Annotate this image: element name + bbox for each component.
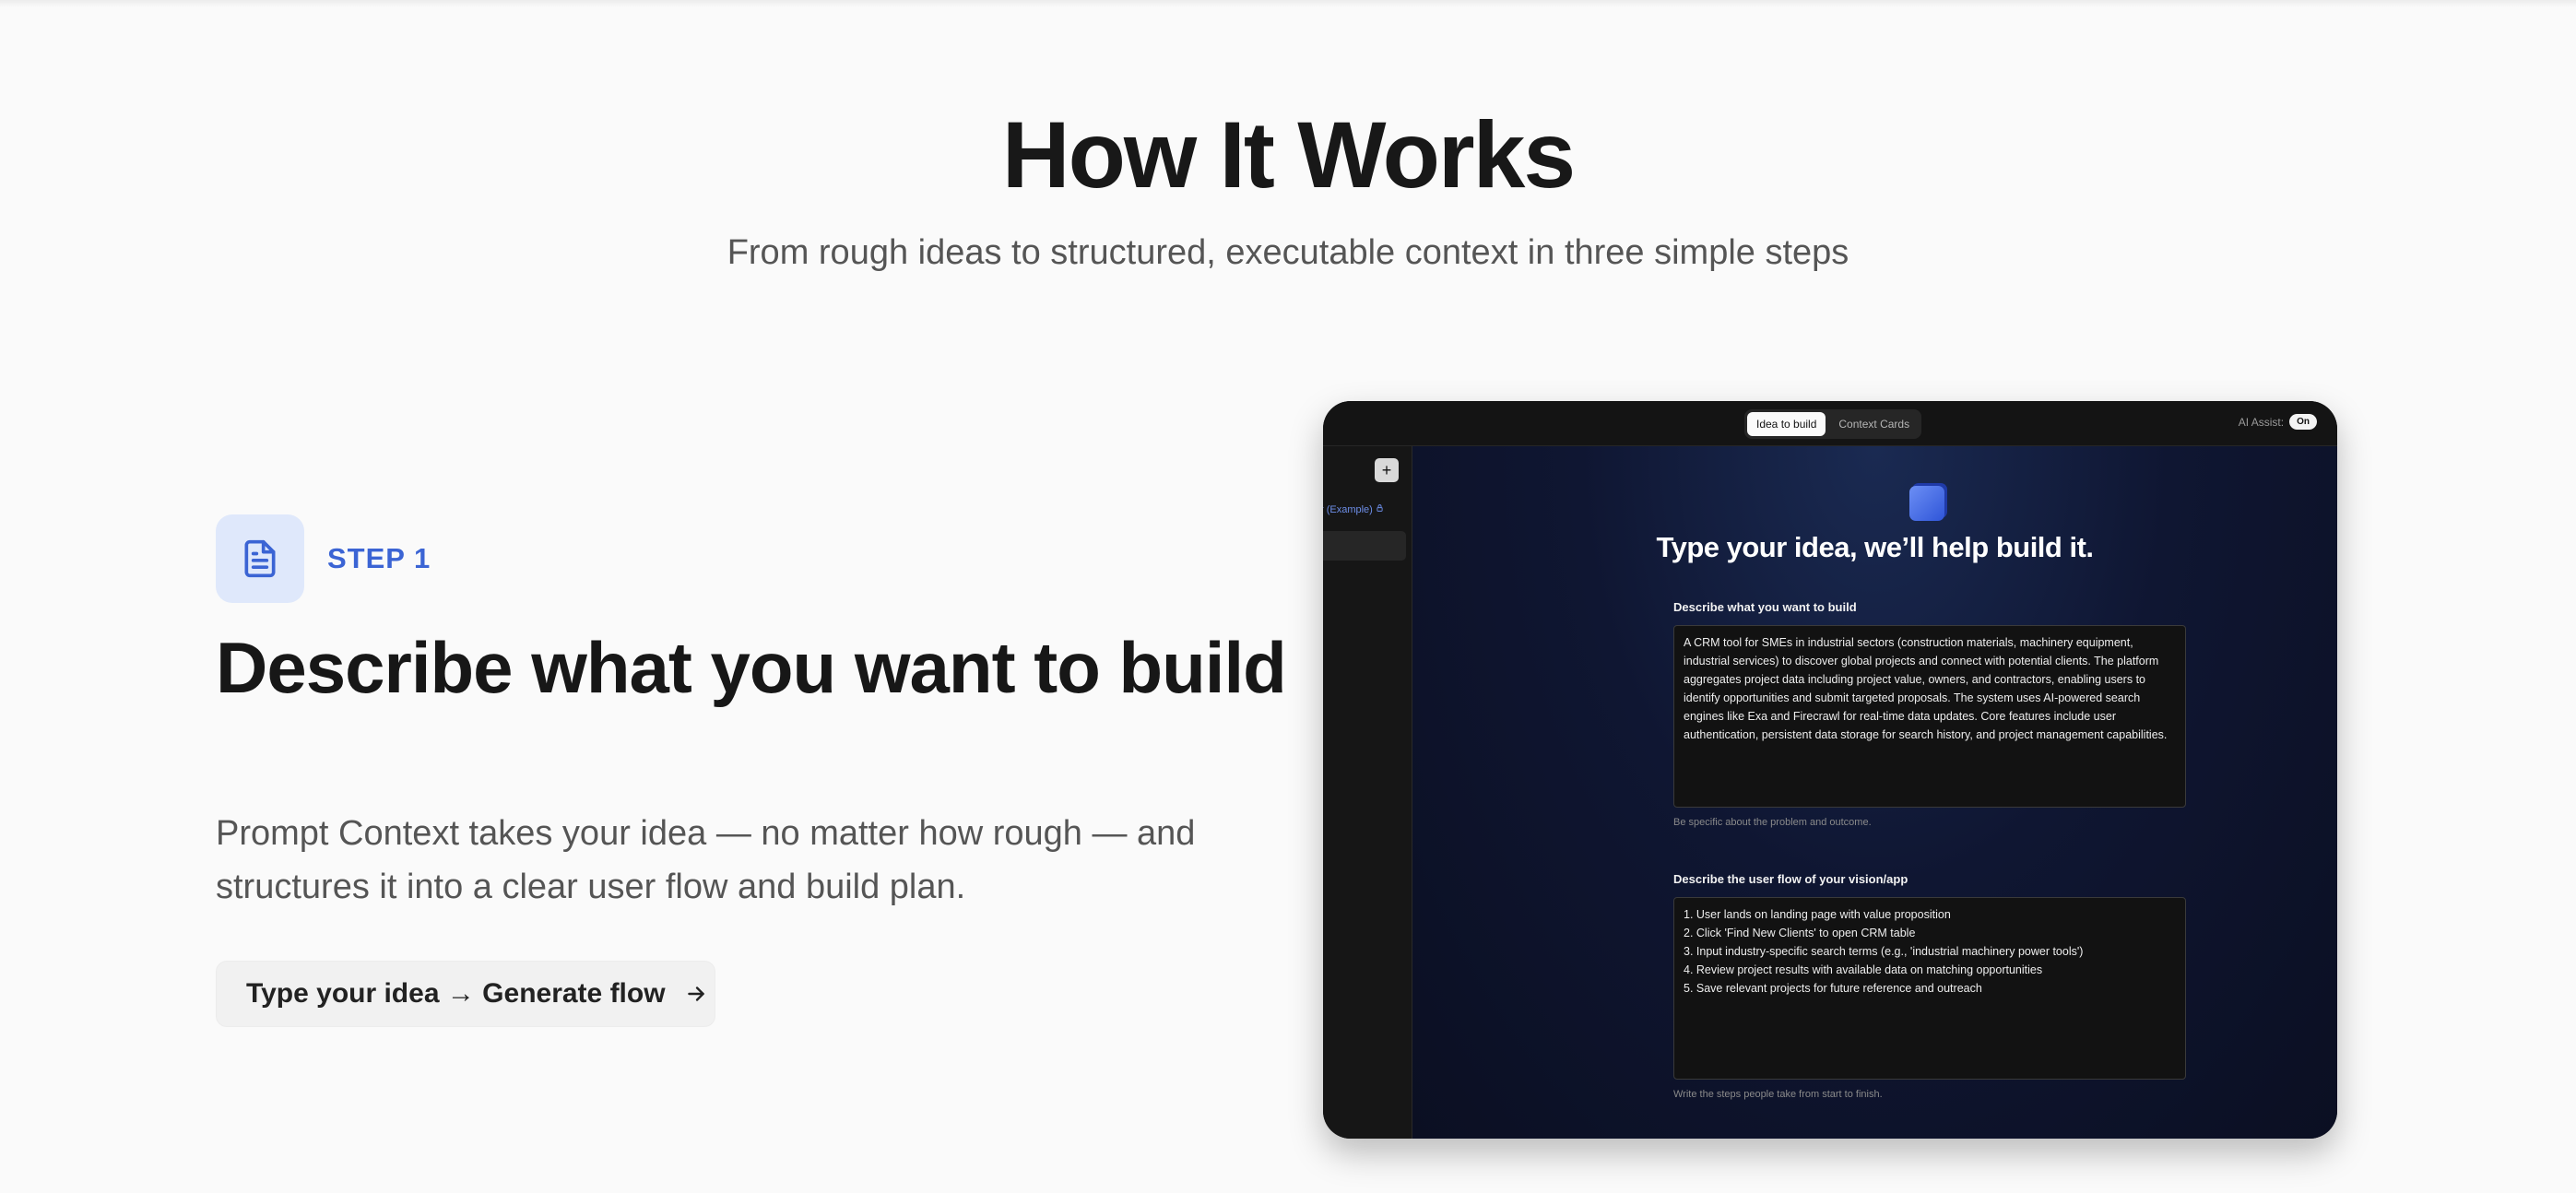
top-edge-shadow	[0, 0, 2576, 7]
step-description: Prompt Context takes your idea — no matt…	[216, 814, 1196, 906]
lock-icon	[1376, 504, 1384, 515]
section-subtitle: From rough ideas to structured, executab…	[727, 233, 1849, 272]
app-sidebar: + r (Example)	[1323, 446, 1412, 1139]
cube-logo-icon	[1907, 479, 1951, 524]
idea-field-hint: Be specific about the problem and outcom…	[1673, 817, 1872, 828]
ai-assist-toggle[interactable]: On	[2289, 414, 2317, 430]
sidebar-item-selected[interactable]	[1323, 531, 1406, 561]
app-screenshot: Idea to build Context Cards AI Assist: O…	[1323, 401, 2337, 1139]
tab-idea-to-build[interactable]: Idea to build	[1747, 412, 1826, 436]
idea-field-label: Describe what you want to build	[1673, 600, 1857, 614]
app-topbar: Idea to build Context Cards AI Assist: O…	[1323, 401, 2337, 446]
user-flow-field-hint: Write the steps people take from start t…	[1673, 1089, 1883, 1100]
sidebar-item-label: r (Example)	[1323, 504, 1373, 515]
add-project-button[interactable]: +	[1375, 458, 1399, 482]
user-flow-field-label: Describe the user flow of your vision/ap…	[1673, 872, 1908, 886]
arrow-right-icon	[684, 982, 708, 1006]
step-title: Describe what you want to build	[216, 627, 1287, 708]
user-flow-textarea[interactable]: 1. User lands on landing page with value…	[1673, 897, 2186, 1080]
sidebar-item-example[interactable]: r (Example)	[1323, 503, 1384, 515]
app-main: Type your idea, we’ll help build it. Des…	[1412, 446, 2337, 1139]
generate-flow-button[interactable]: Type your idea → Generate flow	[216, 961, 715, 1027]
idea-textarea[interactable]: A CRM tool for SMEs in industrial sector…	[1673, 625, 2186, 808]
step-label: STEP 1	[327, 542, 431, 574]
app-main-title: Type your idea, we’ll help build it.	[1656, 531, 2094, 563]
mode-tabs: Idea to build Context Cards	[1744, 409, 1922, 439]
generate-flow-button-label: Type your idea → Generate flow	[246, 978, 666, 1009]
ai-assist-label: AI Assist:	[2238, 415, 2285, 429]
document-icon	[216, 514, 304, 603]
section-title: How It Works	[1001, 102, 1576, 207]
tab-context-cards[interactable]: Context Cards	[1829, 412, 1919, 436]
step-header: STEP 1	[216, 514, 431, 603]
ai-assist-control: AI Assist: On	[2239, 414, 2317, 430]
